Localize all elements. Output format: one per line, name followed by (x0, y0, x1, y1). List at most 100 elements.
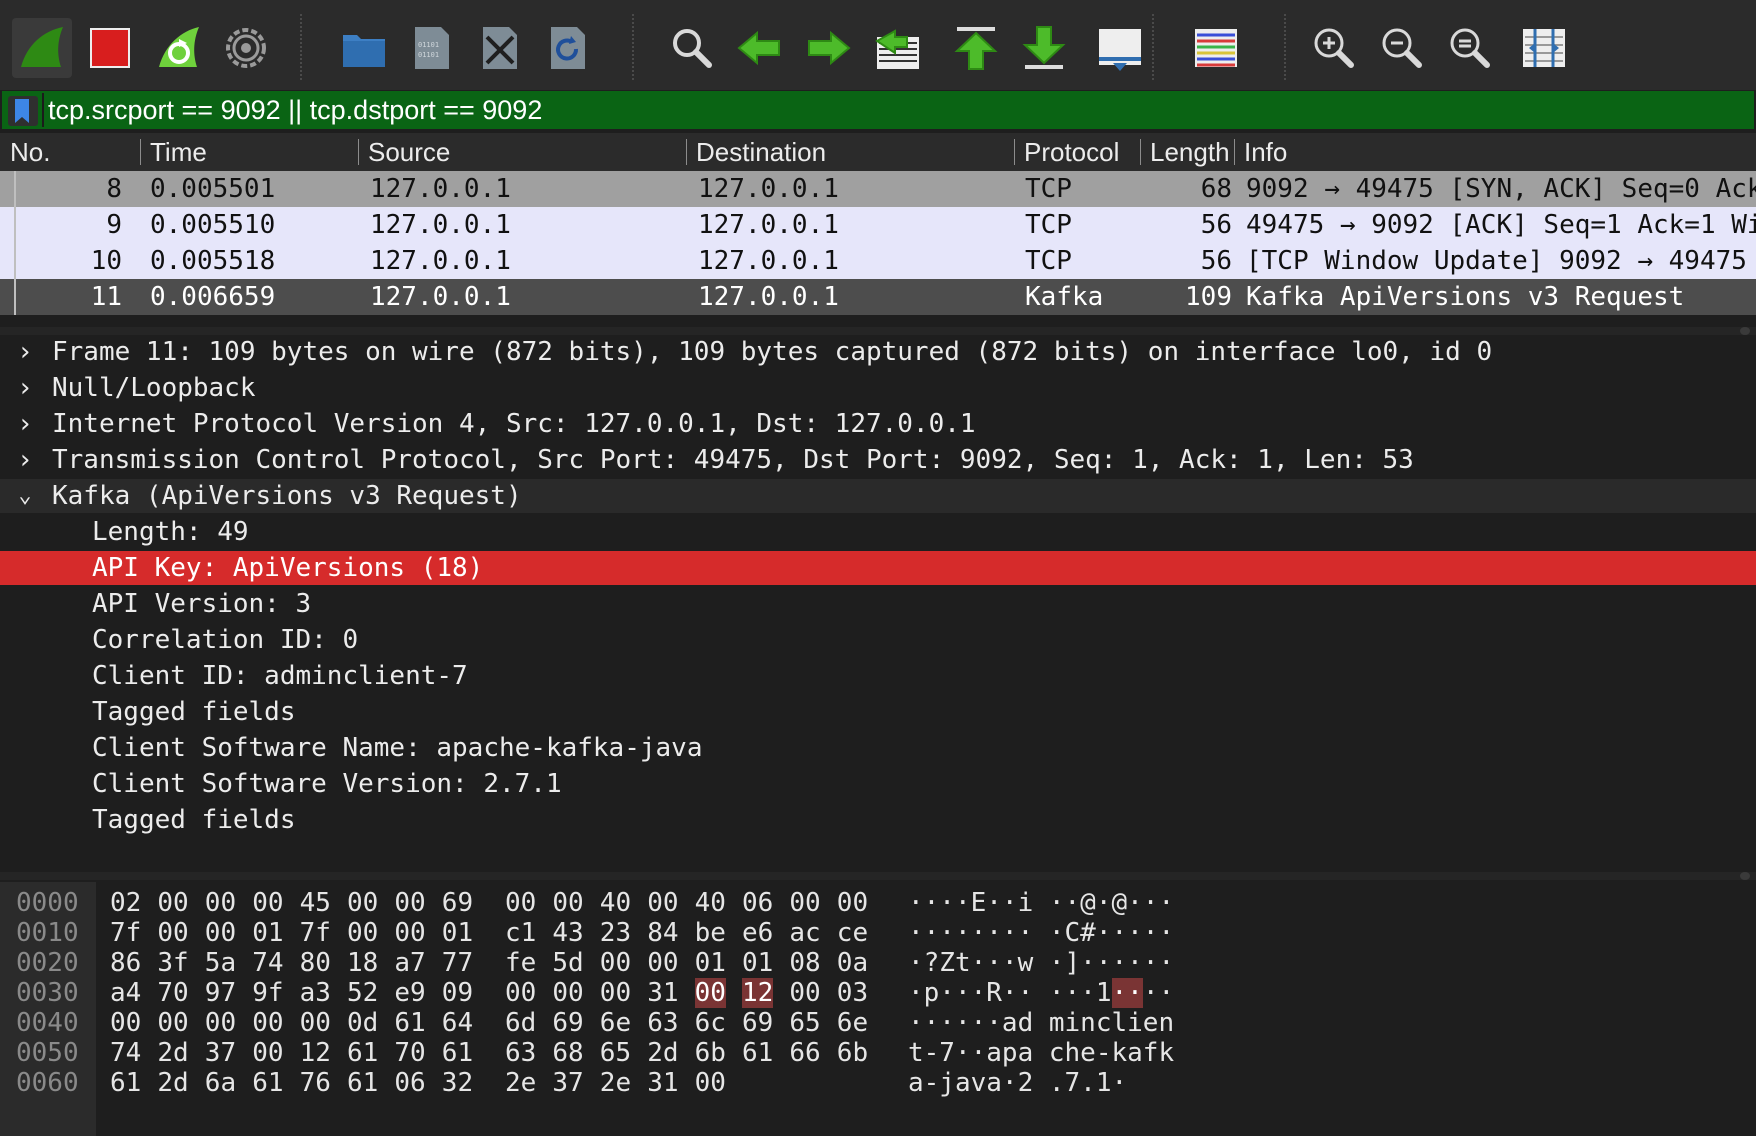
hex-byte[interactable]: 31 (647, 1068, 678, 1098)
ascii-dump[interactable]: ········ ·C#····· (908, 918, 1174, 948)
shark-fin-start-button[interactable] (12, 18, 72, 78)
detail-row[interactable]: Client ID: adminclient-7 (0, 659, 1756, 693)
hex-byte[interactable]: 40 (600, 888, 631, 918)
hex-byte[interactable]: 00 (600, 948, 631, 978)
hex-byte[interactable]: 64 (442, 1008, 473, 1038)
hex-byte[interactable]: 37 (205, 1038, 236, 1068)
hex-byte[interactable]: 61 (347, 1068, 378, 1098)
hex-byte[interactable]: 03 (837, 978, 868, 1008)
hex-byte[interactable]: 6e (600, 1008, 631, 1038)
column-header-no[interactable]: No. (10, 137, 140, 168)
hex-byte[interactable]: 00 (789, 978, 820, 1008)
hex-byte[interactable]: 00 (394, 888, 425, 918)
hex-byte[interactable]: 0a (837, 948, 868, 978)
hex-byte[interactable]: 2e (505, 1068, 536, 1098)
hex-byte[interactable]: 00 (552, 978, 583, 1008)
hex-byte[interactable]: 45 (300, 888, 331, 918)
hex-byte[interactable]: 84 (647, 918, 678, 948)
ascii-dump[interactable]: ····E··i ··@·@··· (908, 888, 1174, 918)
zoom-normal-button[interactable] (1440, 18, 1500, 78)
ascii-dump[interactable]: ·?Zt···w ·]······ (908, 948, 1174, 978)
hex-byte[interactable]: 12 (300, 1038, 331, 1068)
expand-arrow-icon[interactable]: › (14, 335, 36, 369)
hex-byte[interactable]: a3 (300, 978, 331, 1008)
hex-byte[interactable]: 6e (837, 1008, 868, 1038)
hex-byte[interactable]: fe (505, 948, 536, 978)
go-to-packet-button[interactable] (868, 18, 928, 78)
collapse-arrow-icon[interactable]: ⌄ (14, 479, 36, 513)
hex-byte[interactable]: 00 (837, 888, 868, 918)
pane-splitter-top[interactable] (0, 327, 1756, 335)
hex-byte[interactable]: 31 (647, 978, 678, 1008)
expand-arrow-icon[interactable]: › (14, 407, 36, 441)
detail-row[interactable]: › Null/Loopback (0, 371, 1756, 405)
hex-byte[interactable]: 23 (600, 918, 631, 948)
packet-row[interactable]: 11 0.006659 127.0.0.1 127.0.0.1 Kafka 109 Kafk… (0, 279, 1756, 315)
hex-byte[interactable]: 01 (695, 948, 726, 978)
hex-byte[interactable]: 08 (789, 948, 820, 978)
hex-byte[interactable]: 61 (742, 1038, 773, 1068)
hex-byte[interactable]: 2e (600, 1068, 631, 1098)
hex-byte[interactable]: 00 (205, 918, 236, 948)
save-file-button[interactable]: 01101 01101 (402, 18, 462, 78)
detail-row[interactable]: API Version: 3 (0, 587, 1756, 621)
resize-columns-button[interactable] (1514, 18, 1574, 78)
detail-row[interactable]: Client Software Name: apache-kafka-java (0, 731, 1756, 765)
hex-byte[interactable]: 6b (695, 1038, 726, 1068)
hex-byte[interactable]: 63 (505, 1038, 536, 1068)
hex-byte[interactable]: 6a (205, 1068, 236, 1098)
column-header-time[interactable]: Time (150, 137, 360, 168)
hex-byte[interactable]: 7f (300, 918, 331, 948)
column-divider[interactable] (1140, 139, 1141, 165)
expand-arrow-icon[interactable]: › (14, 443, 36, 477)
hex-byte[interactable]: 5a (205, 948, 236, 978)
hex-byte[interactable]: ce (837, 918, 868, 948)
zoom-out-button[interactable] (1372, 18, 1432, 78)
reload-file-button[interactable] (538, 18, 598, 78)
hex-byte[interactable]: 52 (347, 978, 378, 1008)
hex-byte[interactable]: 00 (347, 888, 378, 918)
hex-byte[interactable]: 61 (252, 1068, 283, 1098)
hex-byte[interactable]: 00 (300, 1008, 331, 1038)
hex-byte[interactable]: 37 (552, 1068, 583, 1098)
detail-row[interactable]: › Internet Protocol Version 4, Src: 127.0… (0, 407, 1756, 441)
hex-byte[interactable]: 2d (157, 1068, 188, 1098)
hex-byte[interactable]: 01 (252, 918, 283, 948)
arrow-first-button[interactable] (946, 18, 1006, 78)
hex-byte[interactable]: 63 (647, 1008, 678, 1038)
hex-byte[interactable]: 00 (347, 918, 378, 948)
hex-byte[interactable]: 01 (442, 918, 473, 948)
hex-byte[interactable]: 02 (110, 888, 141, 918)
hex-byte[interactable]: 70 (157, 978, 188, 1008)
hex-byte[interactable]: 65 (789, 1008, 820, 1038)
column-header-destination[interactable]: Destination (696, 137, 1016, 168)
hex-byte[interactable]: 69 (742, 1008, 773, 1038)
column-divider[interactable] (686, 139, 687, 165)
hex-byte[interactable]: 00 (252, 1008, 283, 1038)
search-button[interactable] (662, 18, 722, 78)
gear-button[interactable] (216, 18, 276, 78)
packet-row[interactable]: 9 0.005510 127.0.0.1 127.0.0.1 TCP 56 49475 → … (0, 207, 1756, 243)
hex-byte[interactable]: 09 (442, 978, 473, 1008)
ascii-dump[interactable]: ·p···R·· ···1···· (908, 978, 1174, 1008)
hex-byte[interactable]: 70 (394, 1038, 425, 1068)
hex-byte[interactable]: 00 (110, 1008, 141, 1038)
detail-row[interactable]: Length: 49 (0, 515, 1756, 549)
hex-byte[interactable]: e6 (742, 918, 773, 948)
expand-arrow-icon[interactable]: › (14, 371, 36, 405)
packet-row[interactable]: 8 0.005501 127.0.0.1 127.0.0.1 TCP 68 9092 → 4… (0, 171, 1756, 207)
detail-row[interactable]: › Frame 11: 109 bytes on wire (872 bits),… (0, 335, 1756, 369)
hex-byte[interactable]: 86 (110, 948, 141, 978)
hex-byte[interactable]: 00 (252, 1038, 283, 1068)
hex-byte[interactable]: 2d (647, 1038, 678, 1068)
hex-byte[interactable]: 69 (442, 888, 473, 918)
hex-byte[interactable]: 2d (157, 1038, 188, 1068)
hex-byte[interactable]: 00 (394, 918, 425, 948)
arrow-right-button[interactable] (798, 18, 858, 78)
hex-byte[interactable]: 06 (394, 1068, 425, 1098)
detail-row[interactable]: Tagged fields (0, 695, 1756, 729)
hex-byte[interactable]: 5d (552, 948, 583, 978)
detail-row[interactable]: Tagged fields (0, 803, 1756, 837)
zoom-in-button[interactable] (1304, 18, 1364, 78)
hex-byte[interactable]: 00 (789, 888, 820, 918)
